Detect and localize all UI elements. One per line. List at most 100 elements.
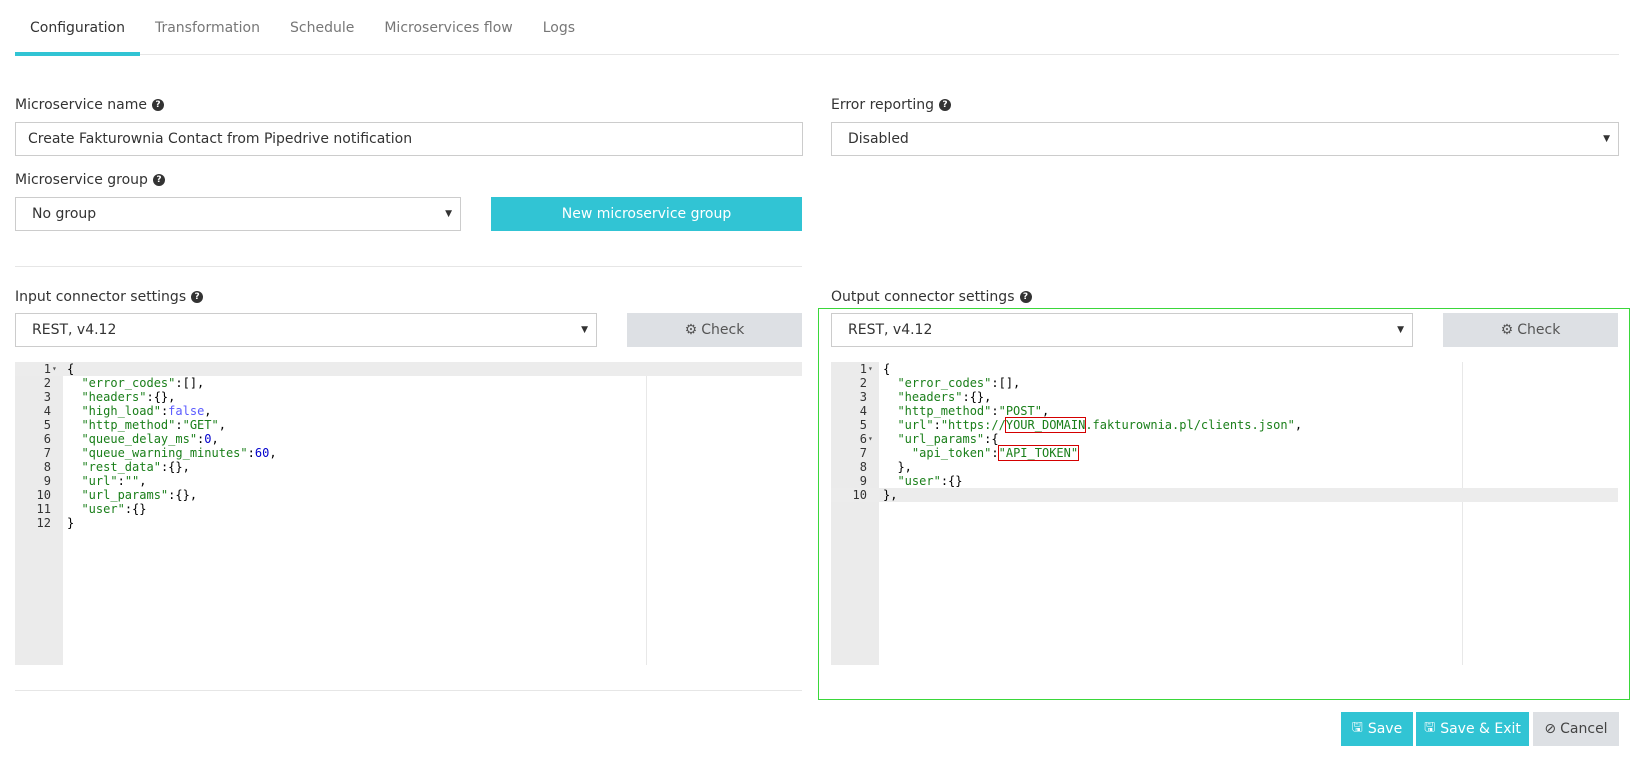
- code-line: 3 "headers":{},: [15, 390, 802, 404]
- code-text: "url_params":{},: [67, 488, 197, 502]
- help-icon[interactable]: ?: [191, 291, 204, 303]
- line-number: 11: [36, 502, 51, 516]
- code-text: "queue_delay_ms":0,: [67, 432, 219, 446]
- code-token: ,: [204, 404, 212, 418]
- help-icon[interactable]: ?: [1019, 291, 1032, 303]
- error-reporting-label-text: Error reporting: [831, 97, 934, 113]
- error-reporting-value: Disabled: [848, 131, 909, 147]
- code-token: :{},: [146, 390, 176, 404]
- line-number: 3: [43, 390, 51, 404]
- input-connector-label-text: Input connector settings: [15, 289, 187, 305]
- code-token: :: [247, 446, 255, 460]
- microservice-group-label-text: Microservice group: [15, 172, 148, 188]
- line-number: 1: [43, 362, 51, 376]
- code-token: "user": [81, 502, 125, 516]
- save-button[interactable]: 🖫 Save: [1341, 712, 1413, 746]
- microservice-group-value: No group: [32, 206, 97, 222]
- code-token: :[],: [175, 376, 205, 390]
- line-number: 8: [43, 460, 51, 474]
- input-code-editor[interactable]: 1 ▾{2 "error_codes":[], 3 "headers":{}, 4 "…: [15, 362, 802, 665]
- code-text: "queue_warning_minutes":60,: [67, 446, 277, 460]
- output-connector-label: Output connector settings ?: [831, 289, 1032, 305]
- help-icon[interactable]: ?: [152, 174, 165, 186]
- code-token: :{}: [124, 502, 147, 516]
- help-icon[interactable]: ?: [938, 99, 951, 111]
- divider: [15, 690, 802, 691]
- code-token: "rest_data": [81, 460, 161, 474]
- microservice-group-label: Microservice group ?: [15, 172, 165, 188]
- code-line: 10 "url_params":{},: [15, 488, 802, 502]
- code-token: "headers": [81, 390, 147, 404]
- code-token: "url_params": [81, 488, 169, 502]
- code-token: "GET": [182, 418, 219, 432]
- tab-microservices-flow[interactable]: Microservices flow: [369, 0, 527, 55]
- code-token: {: [67, 362, 75, 376]
- code-token: ,: [139, 474, 147, 488]
- input-connector-select[interactable]: REST, v4.12 ▼: [15, 313, 597, 347]
- line-number: 5: [43, 418, 51, 432]
- save-and-exit-label: Save & Exit: [1440, 721, 1521, 737]
- caret-down-icon: ▼: [445, 209, 452, 219]
- code-line: 8 "rest_data":{},: [15, 460, 802, 474]
- output-section-highlight: [818, 308, 1630, 700]
- code-line: 5 "http_method":"GET",: [15, 418, 802, 432]
- code-token: "high_load": [81, 404, 161, 418]
- tab-transformation[interactable]: Transformation: [140, 0, 275, 55]
- code-token: "": [124, 474, 140, 488]
- error-reporting-select[interactable]: Disabled ▼: [831, 122, 1619, 156]
- input-connector-value: REST, v4.12: [32, 322, 117, 338]
- line-number: 2: [43, 376, 51, 390]
- microservice-name-label-text: Microservice name: [15, 97, 147, 113]
- code-token: "queue_delay_ms": [81, 432, 198, 446]
- code-token: ,: [218, 418, 226, 432]
- tab-configuration[interactable]: Configuration: [15, 0, 140, 56]
- code-token: }: [67, 516, 75, 530]
- input-check-button[interactable]: ⚙ Check: [627, 313, 802, 347]
- line-number: 12: [36, 516, 51, 530]
- microservice-group-select[interactable]: No group ▼: [15, 197, 461, 231]
- code-token: ,: [269, 446, 277, 460]
- tab-schedule[interactable]: Schedule: [275, 0, 369, 55]
- input-connector-label: Input connector settings ?: [15, 289, 204, 305]
- divider: [15, 266, 802, 267]
- line-number: 10: [36, 488, 51, 502]
- code-text: "http_method":"GET",: [67, 418, 226, 432]
- save-and-exit-button[interactable]: 🖫 Save & Exit: [1416, 712, 1529, 746]
- code-token: false: [168, 404, 205, 418]
- new-microservice-group-button[interactable]: New microservice group: [491, 197, 802, 231]
- help-icon[interactable]: ?: [151, 99, 164, 111]
- code-token: :: [117, 474, 125, 488]
- code-token: 60: [254, 446, 270, 460]
- gears-icon: ⚙: [684, 322, 698, 338]
- save-label: Save: [1367, 721, 1403, 737]
- cancel-button[interactable]: ⊘ Cancel: [1533, 712, 1619, 746]
- code-line: 2 "error_codes":[],: [15, 376, 802, 390]
- tab-logs[interactable]: Logs: [528, 0, 590, 55]
- code-token: "error_codes": [81, 376, 176, 390]
- code-line: 6 "queue_delay_ms":0,: [15, 432, 802, 446]
- code-text: "rest_data":{},: [67, 460, 189, 474]
- code-line: 12}: [15, 516, 802, 530]
- code-line: 1 ▾ {: [15, 362, 802, 376]
- caret-down-icon: ▼: [581, 325, 588, 335]
- code-line: 7 "queue_warning_minutes":60,: [15, 446, 802, 460]
- code-text: "url":"",: [67, 474, 147, 488]
- floppy-disk-icon: 🖫: [1424, 720, 1436, 735]
- fold-toggle-icon[interactable]: ▾: [52, 362, 62, 376]
- code-token: "url": [81, 474, 118, 488]
- code-token: ,: [211, 432, 219, 446]
- caret-down-icon: ▼: [1603, 134, 1610, 144]
- microservice-name-input[interactable]: Create Fakturownia Contact from Pipedriv…: [15, 122, 803, 156]
- code-text: "headers":{},: [67, 390, 175, 404]
- code-text: "error_codes":[],: [67, 376, 204, 390]
- error-reporting-label: Error reporting ?: [831, 97, 951, 113]
